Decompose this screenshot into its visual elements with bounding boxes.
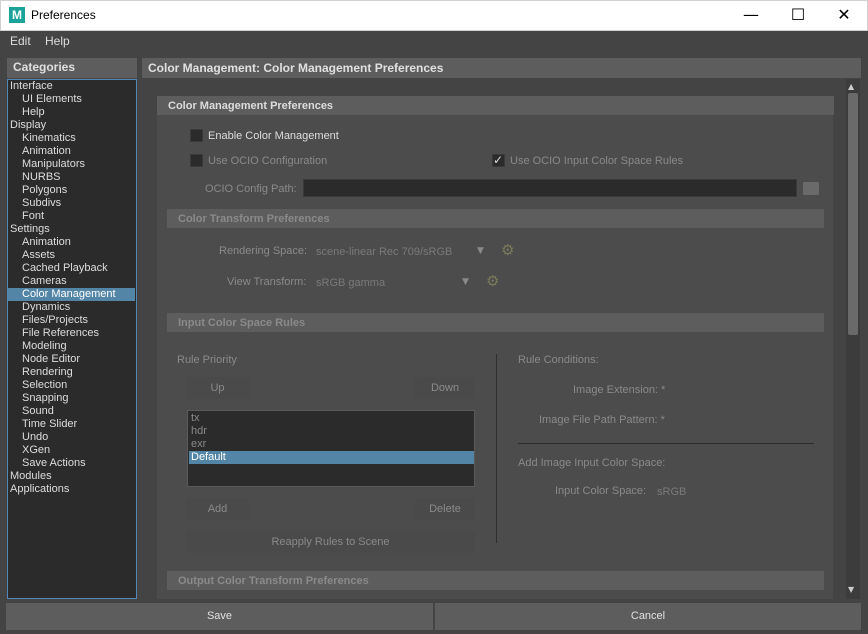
- category-item[interactable]: Animation: [8, 145, 135, 158]
- category-item[interactable]: Assets: [8, 249, 135, 262]
- category-item[interactable]: Save Actions: [8, 457, 135, 470]
- gear-icon[interactable]: ⚙: [501, 243, 514, 258]
- category-item[interactable]: Time Slider: [8, 418, 135, 431]
- category-item[interactable]: UI Elements: [8, 93, 135, 106]
- category-item[interactable]: File References: [8, 327, 135, 340]
- category-item[interactable]: Dynamics: [8, 301, 135, 314]
- scroll-down-icon[interactable]: ▼: [848, 585, 854, 594]
- page-title: Color Management: Color Management Prefe…: [142, 58, 861, 78]
- rules-divider: [496, 354, 497, 543]
- preferences-panel: [157, 96, 833, 599]
- category-item[interactable]: Rendering: [8, 366, 135, 379]
- view-transform-label: View Transform:: [227, 276, 307, 288]
- up-button[interactable]: Up: [186, 377, 249, 399]
- category-item[interactable]: Cached Playback: [8, 262, 135, 275]
- category-item[interactable]: Modules: [8, 470, 135, 483]
- use-ocio-configuration-checkbox[interactable]: [190, 154, 203, 167]
- category-item[interactable]: Subdivs: [8, 197, 135, 210]
- rendering-space-label: Rendering Space:: [219, 245, 308, 257]
- category-item[interactable]: Node Editor: [8, 353, 135, 366]
- section-color-transform-prefs[interactable]: Color Transform Preferences: [167, 209, 824, 228]
- category-item[interactable]: Animation: [8, 236, 135, 249]
- menu-edit[interactable]: Edit: [10, 34, 31, 48]
- category-item[interactable]: Cameras: [8, 275, 135, 288]
- rule-priority-label: Rule Priority: [177, 354, 237, 366]
- chevron-down-icon: ▼: [462, 277, 469, 287]
- section-color-management-prefs[interactable]: Color Management Preferences: [157, 96, 834, 115]
- input-color-space-dropdown[interactable]: sRGB: [657, 486, 686, 498]
- add-rule-button[interactable]: Add: [186, 498, 249, 520]
- category-item[interactable]: Color Management: [8, 288, 135, 301]
- categories-list[interactable]: Interface UI Elements Help Display Kinematic…: [7, 79, 137, 599]
- use-ocio-input-rules-checkbox[interactable]: ✓: [492, 154, 505, 167]
- conditions-divider: [518, 443, 814, 444]
- close-button[interactable]: ✕: [821, 0, 867, 30]
- category-item[interactable]: Undo: [8, 431, 135, 444]
- category-item[interactable]: Snapping: [8, 392, 135, 405]
- category-item[interactable]: Interface: [8, 80, 135, 93]
- rule-item[interactable]: tx: [189, 412, 474, 425]
- category-item[interactable]: XGen: [8, 444, 135, 457]
- category-item[interactable]: Selection: [8, 379, 135, 392]
- minimize-button[interactable]: —: [728, 0, 774, 30]
- image-path-pattern-label: Image File Path Pattern: *: [539, 414, 665, 426]
- input-color-space-label: Input Color Space:: [555, 485, 647, 497]
- add-input-color-space-label: Add Image Input Color Space:: [518, 457, 666, 469]
- category-item[interactable]: Font: [8, 210, 135, 223]
- category-item[interactable]: Kinematics: [8, 132, 135, 145]
- enable-color-management-label: Enable Color Management: [208, 130, 339, 142]
- use-ocio-input-rules-label: Use OCIO Input Color Space Rules: [510, 155, 684, 167]
- rule-item[interactable]: hdr: [189, 425, 474, 438]
- view-transform-dropdown[interactable]: sRGB gamma: [316, 277, 385, 289]
- category-item[interactable]: Help: [8, 106, 135, 119]
- gear-icon[interactable]: ⚙: [486, 274, 499, 289]
- category-item[interactable]: Polygons: [8, 184, 135, 197]
- rule-item[interactable]: exr: [189, 438, 474, 451]
- ocio-config-path-input[interactable]: [303, 179, 797, 197]
- category-item[interactable]: Files/Projects: [8, 314, 135, 327]
- image-extension-label: Image Extension: *: [573, 384, 666, 396]
- category-item[interactable]: Sound: [8, 405, 135, 418]
- chevron-down-icon: ▼: [477, 246, 484, 256]
- categories-header: Categories: [7, 58, 137, 78]
- window-title: Preferences: [31, 8, 96, 22]
- delete-rule-button[interactable]: Delete: [415, 498, 475, 520]
- category-item[interactable]: Display: [8, 119, 135, 132]
- menu-help[interactable]: Help: [45, 34, 70, 48]
- checkmark-icon: ✓: [493, 153, 504, 167]
- ocio-config-path-label: OCIO Config Path:: [205, 183, 297, 195]
- scrollbar-thumb[interactable]: [848, 93, 858, 335]
- category-item[interactable]: Modeling: [8, 340, 135, 353]
- category-item[interactable]: Settings: [8, 223, 135, 236]
- section-input-color-space-rules[interactable]: Input Color Space Rules: [167, 313, 824, 332]
- scroll-up-icon[interactable]: ▲: [848, 82, 854, 91]
- use-ocio-configuration-label: Use OCIO Configuration: [208, 155, 328, 167]
- down-button[interactable]: Down: [415, 377, 475, 399]
- maya-app-icon: M: [9, 7, 25, 23]
- rendering-space-dropdown[interactable]: scene-linear Rec 709/sRGB: [316, 246, 452, 258]
- category-item[interactable]: Manipulators: [8, 158, 135, 171]
- cancel-button[interactable]: Cancel: [435, 603, 861, 630]
- section-output-color-transform[interactable]: Output Color Transform Preferences: [167, 571, 824, 590]
- enable-color-management-checkbox[interactable]: [190, 129, 203, 142]
- menu-bar: [0, 31, 868, 53]
- folder-browse-icon[interactable]: [803, 182, 819, 195]
- rule-item[interactable]: Default: [189, 451, 474, 464]
- category-item[interactable]: NURBS: [8, 171, 135, 184]
- maximize-button[interactable]: ☐: [775, 0, 821, 30]
- category-item[interactable]: Applications: [8, 483, 135, 496]
- rule-conditions-label: Rule Conditions:: [518, 354, 599, 366]
- save-button[interactable]: Save: [6, 603, 433, 630]
- reapply-rules-button[interactable]: Reapply Rules to Scene: [186, 531, 475, 553]
- rules-list[interactable]: tx hdr exr Default: [187, 410, 475, 487]
